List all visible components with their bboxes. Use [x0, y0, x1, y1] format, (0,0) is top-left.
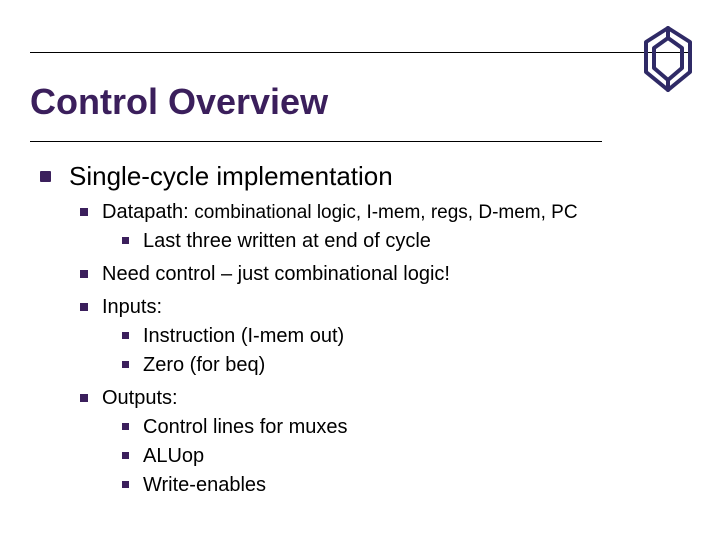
- level3-text: ALUop: [143, 443, 690, 470]
- level3-text: Write-enables: [143, 472, 690, 499]
- bullet-level1: Single-cycle implementation: [40, 160, 690, 193]
- bullet-level3: Control lines for muxes: [122, 414, 690, 441]
- institution-logo-icon: [638, 24, 698, 94]
- bullet-level3: Instruction (I-mem out): [122, 323, 690, 350]
- level2-text: Datapath: combinational logic, I-mem, re…: [102, 199, 690, 226]
- bullet-level2: Need control – just combinational logic!: [80, 261, 690, 288]
- square-bullet-icon: [80, 270, 88, 278]
- square-bullet-icon: [122, 423, 129, 430]
- square-bullet-icon: [122, 237, 129, 244]
- square-bullet-icon: [40, 171, 51, 182]
- square-bullet-icon: [122, 452, 129, 459]
- bullet-level2: Outputs:: [80, 385, 690, 412]
- level3-text: Zero (for beq): [143, 352, 690, 379]
- square-bullet-icon: [80, 303, 88, 311]
- level2-text: Outputs:: [102, 385, 690, 412]
- square-bullet-icon: [122, 361, 129, 368]
- level3-text: Control lines for muxes: [143, 414, 690, 441]
- square-bullet-icon: [80, 208, 88, 216]
- title-area: Control Overview: [30, 52, 690, 123]
- square-bullet-icon: [80, 394, 88, 402]
- slide: { "title": "Control Overview", "logo_nam…: [0, 0, 720, 540]
- level1-text: Single-cycle implementation: [69, 160, 690, 193]
- bullet-level2: Inputs:: [80, 294, 690, 321]
- bullet-level3: Zero (for beq): [122, 352, 690, 379]
- level2-text: Need control – just combinational logic!: [102, 261, 690, 288]
- bullet-level3: ALUop: [122, 443, 690, 470]
- level2-text-part-b: combinational logic, I-mem, regs, D-mem,…: [194, 202, 577, 223]
- bullet-level3: Last three written at end of cycle: [122, 228, 690, 255]
- bullet-level2: Datapath: combinational logic, I-mem, re…: [80, 199, 690, 226]
- bullet-level3: Write-enables: [122, 472, 690, 499]
- slide-title: Control Overview: [30, 81, 690, 123]
- square-bullet-icon: [122, 481, 129, 488]
- level3-text: Instruction (I-mem out): [143, 323, 690, 350]
- slide-body: Single-cycle implementation Datapath: co…: [40, 160, 690, 499]
- level3-text: Last three written at end of cycle: [143, 228, 690, 255]
- square-bullet-icon: [122, 332, 129, 339]
- level2-text-part-a: Datapath:: [102, 201, 194, 223]
- level2-text: Inputs:: [102, 294, 690, 321]
